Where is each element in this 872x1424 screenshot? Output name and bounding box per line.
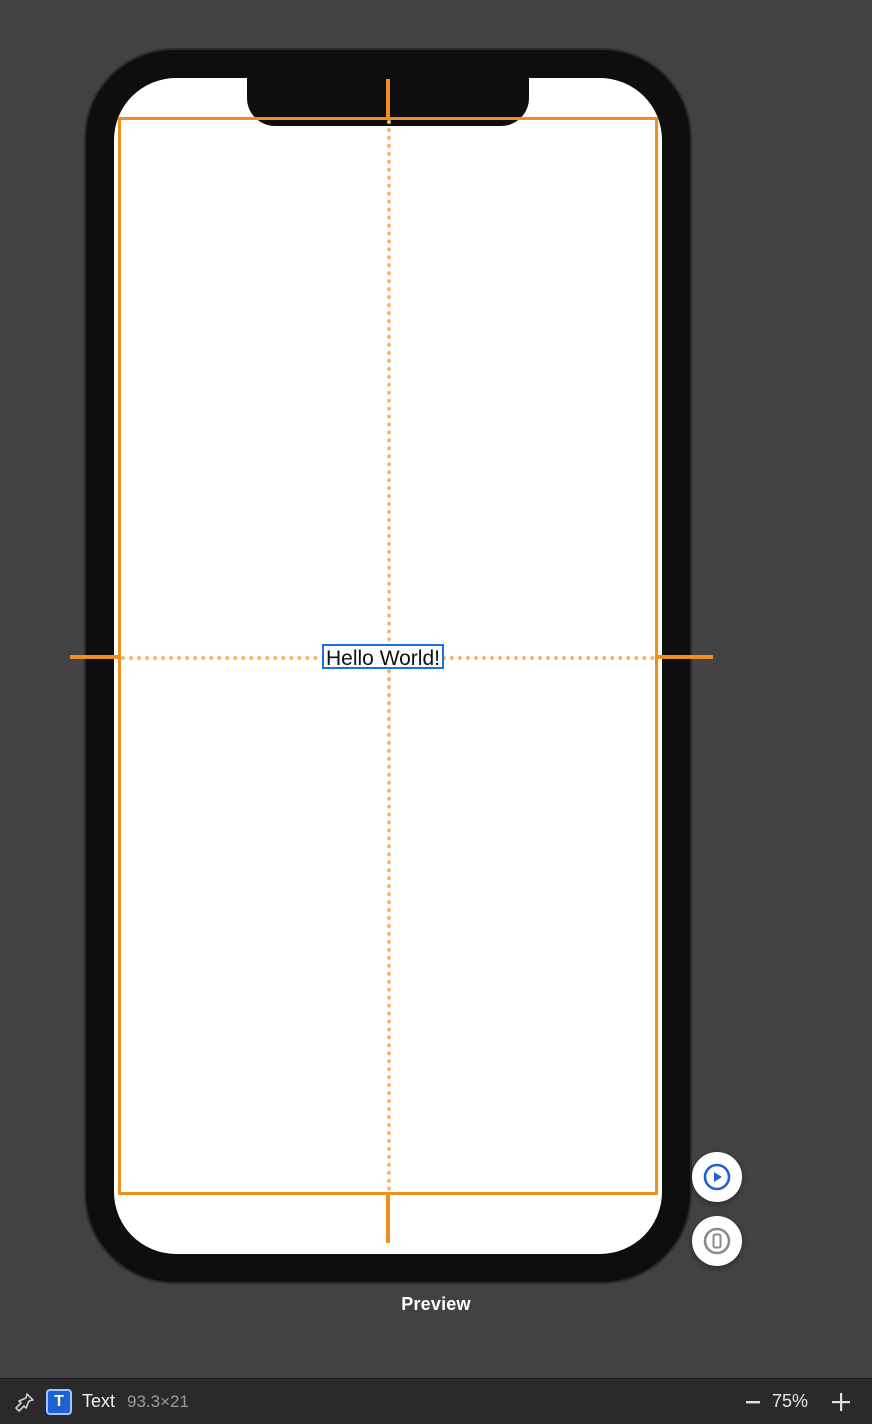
zoom-out-button[interactable] <box>740 1389 766 1415</box>
device-settings-button[interactable] <box>692 1216 742 1266</box>
preview-canvas[interactable]: Hello World! Preview <box>0 0 872 1372</box>
device-notch <box>247 78 529 126</box>
selected-text-element[interactable]: Hello World! <box>322 644 444 669</box>
status-bar: T Text 93.3×21 75% <box>0 1378 872 1424</box>
selected-element-dimensions: 93.3×21 <box>127 1392 189 1412</box>
device-icon <box>702 1226 732 1256</box>
play-icon <box>702 1162 732 1192</box>
zoom-control[interactable]: 75% <box>740 1389 808 1415</box>
preview-label: Preview <box>0 1294 872 1315</box>
element-type-badge: T <box>46 1389 72 1415</box>
live-preview-button[interactable] <box>692 1152 742 1202</box>
add-button[interactable] <box>828 1389 854 1415</box>
pin-icon[interactable] <box>14 1391 36 1413</box>
zoom-value: 75% <box>772 1391 808 1412</box>
selected-element-name: Text <box>82 1391 115 1412</box>
